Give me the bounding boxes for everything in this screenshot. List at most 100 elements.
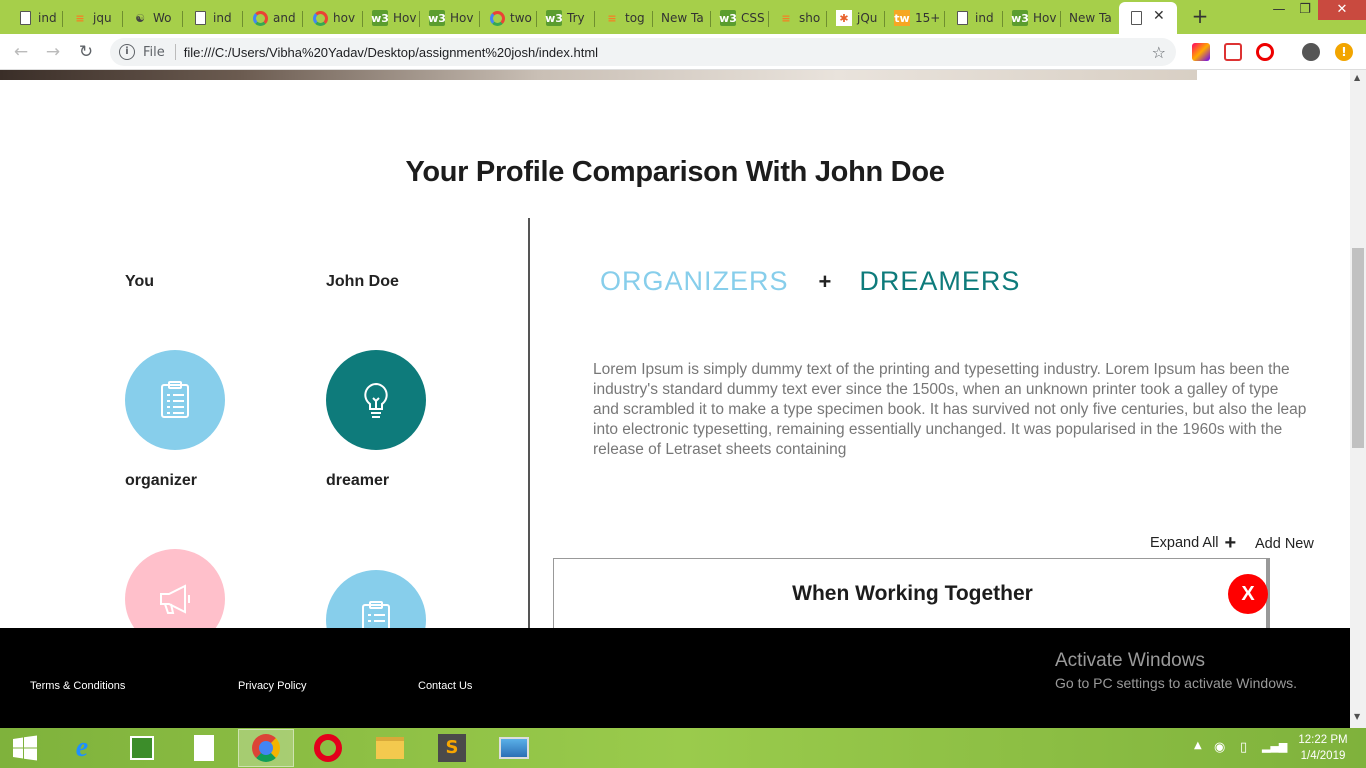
stackoverflow-icon: ≡ (75, 11, 85, 25)
page-title: Your Profile Comparison With John Doe (405, 156, 945, 188)
tray-expand-icon[interactable]: ▲ (1194, 740, 1202, 751)
new-tab-button[interactable]: + (1188, 5, 1212, 29)
browser-tab[interactable]: ind (183, 4, 243, 32)
shield-extension-icon[interactable] (1224, 43, 1242, 61)
tab-label: Wo (153, 11, 172, 25)
document-icon (1128, 10, 1144, 26)
scroll-down-arrow-icon[interactable]: ▼ (1354, 712, 1360, 721)
browser-tab[interactable]: New Ta (653, 4, 711, 32)
add-new-button[interactable]: Add New (1255, 536, 1314, 552)
bookmark-star-icon[interactable]: ☆ (1152, 43, 1166, 62)
tab-close-icon[interactable]: ✕ (1153, 8, 1165, 24)
organizer-circle[interactable] (125, 350, 225, 450)
vertical-divider (528, 218, 530, 628)
vertical-scrollbar[interactable]: ▲ ▼ (1350, 70, 1366, 728)
terms-link[interactable]: Terms & Conditions (30, 680, 125, 692)
activate-subtext: Go to PC settings to activate Windows. (1055, 675, 1297, 691)
browser-tab[interactable]: ≡ jqu (63, 4, 123, 32)
personality-combo: ORGANIZERS + DREAMERS (600, 266, 1020, 297)
chrome-taskbar-icon[interactable] (238, 729, 294, 767)
browser-tab[interactable]: w3 Hov (1003, 4, 1061, 32)
extension-icon[interactable] (1192, 43, 1210, 61)
photos-icon[interactable] (486, 729, 542, 767)
tab-label: Hov (1033, 11, 1057, 25)
browser-tab[interactable]: ind (945, 4, 1003, 32)
google-icon (489, 10, 505, 26)
stackoverflow-icon: ≡ (781, 11, 791, 25)
browser-tab-active[interactable]: ✕ (1119, 2, 1177, 34)
you-trait-label: organizer (125, 472, 198, 489)
contact-link[interactable]: Contact Us (418, 680, 472, 692)
window-close-button[interactable]: ✕ (1318, 0, 1366, 20)
w3schools-icon: w3 (719, 10, 737, 26)
info-icon[interactable]: i (119, 44, 135, 60)
expand-all-button[interactable]: Expand All + (1150, 533, 1236, 553)
dreamer-circle[interactable] (326, 350, 426, 450)
update-alert-icon[interactable]: ! (1335, 43, 1353, 61)
opera-extension-icon[interactable] (1256, 43, 1274, 61)
stackoverflow-icon: ≡ (607, 11, 617, 25)
globe-icon: ☯ (135, 11, 145, 25)
promoter-circle[interactable] (125, 549, 225, 628)
lightbulb-icon (364, 382, 388, 418)
tab-label: 15+ (915, 11, 941, 25)
internet-explorer-icon[interactable]: e (54, 729, 110, 767)
browser-tab[interactable]: ☯ Wo (123, 4, 183, 32)
signal-icon[interactable]: ▂▄▆ (1262, 740, 1287, 753)
organizer-circle-2[interactable] (326, 570, 426, 628)
scrollbar-thumb[interactable] (1352, 248, 1364, 448)
browser-tab-strip: ind ≡ jqu ☯ Wo ind and hov w3 Hov w3 Hov two… (0, 0, 1366, 34)
tab-label: Hov (393, 11, 417, 25)
browser-tab[interactable]: ind (8, 4, 63, 32)
network-globe-icon[interactable]: ◉ (1214, 740, 1225, 755)
address-bar[interactable]: i File file:///C:/Users/Vibha%20Yadav/De… (110, 38, 1176, 66)
megaphone-icon (160, 584, 190, 614)
w3schools-icon: w3 (1011, 10, 1029, 26)
scroll-up-arrow-icon[interactable]: ▲ (1354, 73, 1360, 82)
browser-tab[interactable]: ≡ sho (769, 4, 827, 32)
google-icon (252, 10, 268, 26)
browser-tab[interactable]: ≡ tog (595, 4, 653, 32)
restore-button[interactable]: ❐ (1290, 0, 1320, 22)
battery-icon[interactable]: ▯ (1240, 740, 1247, 755)
browser-tab[interactable]: w3 CSS (711, 4, 769, 32)
back-button[interactable]: ← (8, 40, 34, 64)
clock-time: 12:22 PM (1298, 734, 1348, 746)
start-button[interactable] (0, 729, 50, 767)
file-explorer-icon[interactable] (362, 729, 418, 767)
scheme-label: File (143, 44, 165, 60)
browser-tab[interactable]: ✱ jQu (827, 4, 885, 32)
type-a-label: ORGANIZERS (600, 266, 789, 296)
sublime-text-icon[interactable]: S (424, 729, 480, 767)
expand-all-label: Expand All (1150, 535, 1219, 551)
browser-tab[interactable]: tw 15+ (885, 4, 945, 32)
browser-tab[interactable]: w3 Try (537, 4, 595, 32)
tab-label: two (510, 11, 532, 25)
store-icon[interactable] (114, 729, 170, 767)
clipboard-icon (161, 381, 189, 418)
forward-button[interactable]: → (40, 40, 66, 64)
browser-tab[interactable]: New Ta (1061, 4, 1119, 32)
tab-label: and (273, 11, 296, 25)
page-footer: Terms & Conditions Privacy Policy Contac… (0, 628, 1350, 728)
working-together-card: When Working Together (553, 558, 1270, 628)
browser-tab[interactable]: and (243, 4, 303, 32)
browser-tab[interactable]: w3 Hov (420, 4, 480, 32)
notepad-icon[interactable] (176, 729, 232, 767)
w3schools-icon: w3 (428, 10, 446, 26)
browser-tab[interactable]: hov (303, 4, 363, 32)
url-text[interactable]: file:///C:/Users/Vibha%20Yadav/Desktop/a… (184, 45, 598, 60)
opera-taskbar-icon[interactable] (300, 729, 356, 767)
windows-taskbar: e S ▲ ◉ ▯ ▂▄▆ 12:22 PM 1/4/2019 (0, 728, 1366, 768)
browser-tab[interactable]: w3 Hov (363, 4, 420, 32)
reload-button[interactable]: ↻ (73, 40, 99, 64)
system-clock[interactable]: 12:22 PM 1/4/2019 (1288, 732, 1358, 764)
profile-avatar[interactable] (1302, 43, 1320, 61)
close-button[interactable]: X (1228, 574, 1268, 614)
tab-label: sho (799, 11, 821, 25)
document-icon (17, 10, 33, 26)
tab-label: Try (567, 11, 585, 25)
browser-tab[interactable]: two (480, 4, 537, 32)
activate-windows-watermark: Activate Windows Go to PC settings to ac… (1055, 650, 1297, 691)
privacy-link[interactable]: Privacy Policy (238, 680, 306, 692)
